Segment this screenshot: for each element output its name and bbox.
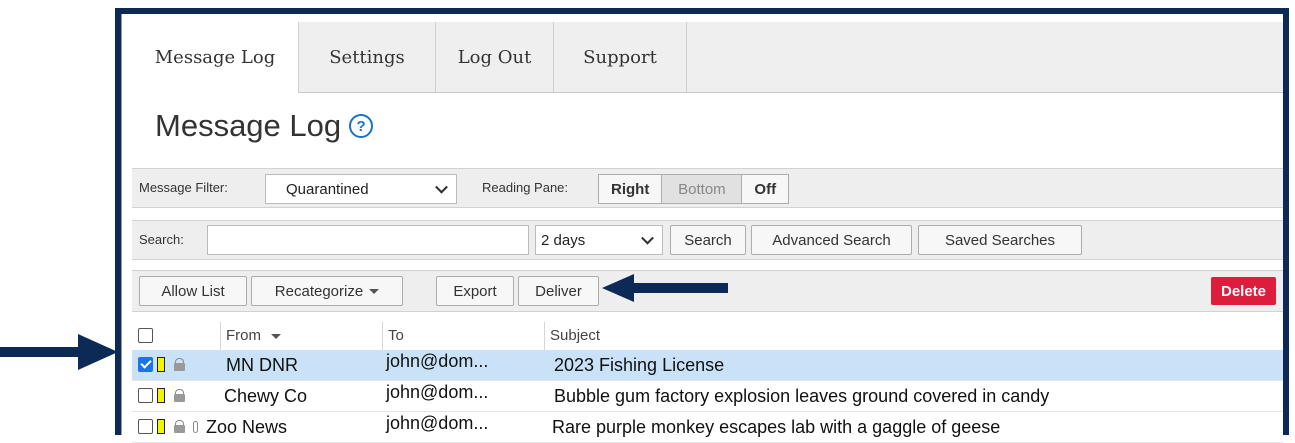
allow-list-button[interactable]: Allow List [139,276,247,306]
tab-support[interactable]: Support [554,22,687,92]
search-label: Search: [139,232,184,247]
tab-bar: Message Log Settings Log Out Support [132,22,1283,93]
table-row[interactable]: Zoo News john@dom... Rare purple monkey … [132,412,1283,443]
row-to: john@dom... [386,412,489,433]
lock-body [174,425,185,433]
message-filter-value: Quarantined [286,180,369,198]
select-all-checkbox[interactable] [138,328,153,343]
deliver-arrow [602,274,728,302]
search-button[interactable]: Search [670,225,746,255]
row-subject: Bubble gum factory explosion leaves grou… [554,385,1050,406]
date-range-value: 2 days [541,231,586,249]
row-from: MN DNR [226,354,298,375]
table-row[interactable]: Chewy Co john@dom... Bubble gum factory … [132,381,1283,412]
help-icon[interactable]: ? [349,114,374,138]
tab-log-out[interactable]: Log Out [436,22,554,92]
row-to: john@dom... [386,381,489,402]
message-filter-label: Message Filter: [139,180,228,195]
advanced-search-button[interactable]: Advanced Search [751,225,912,255]
from-header-label: From [226,327,261,344]
export-button[interactable]: Export [436,276,514,306]
column-divider [220,322,221,350]
deliver-button[interactable]: Deliver [518,276,599,306]
page-title-text: Message Log [155,108,342,143]
recategorize-button[interactable]: Recategorize [251,276,403,306]
flag-icon [157,388,165,403]
search-input[interactable] [207,225,529,255]
tab-label: Log Out [457,46,532,68]
row-checkbox[interactable] [138,388,153,403]
column-divider [382,322,383,350]
flag-icon [157,357,165,372]
tab-label: Settings [329,46,405,68]
app-frame: Message Log Settings Log Out Support Mes… [115,8,1289,443]
sort-caret-icon [271,333,282,339]
lock-body [174,363,185,371]
recategorize-label: Recategorize [274,282,364,300]
tab-settings[interactable]: Settings [299,22,436,92]
row-from: Chewy Co [224,385,308,406]
subject-column-header[interactable]: Subject [550,327,600,344]
lock-body [174,394,185,402]
table-header: From To Subject [132,322,1283,351]
chevron-down-icon [435,180,448,194]
filter-bar: Message Filter: Quarantined Reading Pane… [132,168,1283,208]
attachment-icon [193,421,198,433]
reading-pane-right[interactable]: Right [599,175,663,203]
app-window: Message Log Settings Log Out Support Mes… [121,14,1283,443]
row-checkbox[interactable] [138,357,153,372]
row-from: Zoo News [206,416,288,437]
table-row[interactable]: MN DNR john@dom... 2023 Fishing License [132,350,1283,381]
row-checkbox[interactable] [138,419,153,434]
tab-message-log[interactable]: Message Log [132,22,299,93]
row-to: john@dom... [386,350,489,371]
to-column-header[interactable]: To [388,327,404,344]
date-range-select[interactable]: 2 days [535,225,663,255]
from-column-header[interactable]: From [226,327,282,344]
delete-button[interactable]: Delete [1211,277,1276,305]
reading-pane-off[interactable]: Off [742,175,788,203]
row-subject: 2023 Fishing License [554,354,725,375]
search-bar: Search: 2 days Search Advanced Search Sa… [132,220,1283,260]
page-title: Message Log ? [155,108,374,144]
row-subject: Rare purple monkey escapes lab with a ga… [552,416,1001,437]
column-divider [544,322,545,350]
tab-label: Message Log [154,47,276,68]
reading-pane-label: Reading Pane: [482,180,569,195]
chevron-down-icon [641,231,654,245]
caret-down-icon [369,288,380,294]
flag-icon [157,419,165,434]
row-arrow [0,334,118,370]
reading-pane-toggle: Right Bottom Off [598,174,789,204]
tab-label: Support [583,46,657,68]
saved-searches-button[interactable]: Saved Searches [918,225,1082,255]
reading-pane-bottom[interactable]: Bottom [662,175,743,203]
message-filter-select[interactable]: Quarantined [265,174,457,204]
